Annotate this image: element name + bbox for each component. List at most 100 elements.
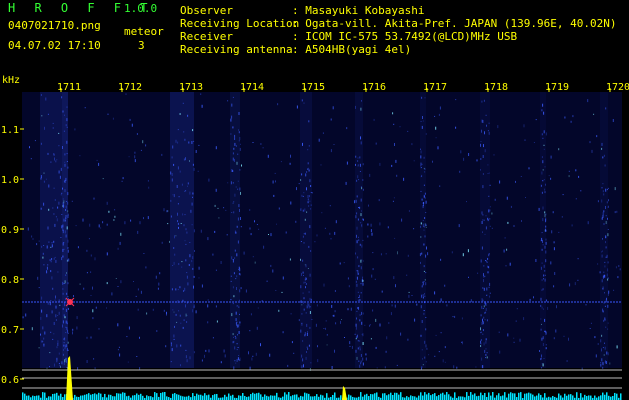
- noise-dot: [543, 148, 545, 150]
- trace-bar: [88, 393, 90, 400]
- noise-dot: [385, 253, 387, 255]
- noise-dot: [98, 162, 100, 166]
- noise-dot: [201, 359, 203, 362]
- noise-dot: [106, 307, 107, 309]
- noise-dot: [329, 232, 331, 235]
- noise-dot: [604, 360, 606, 364]
- noise-dot: [218, 217, 220, 219]
- noise-dot: [240, 143, 241, 145]
- noise-dot: [198, 277, 200, 279]
- noise-dot: [481, 100, 483, 103]
- noise-dot: [615, 266, 617, 269]
- noise-dot: [359, 171, 361, 172]
- y-tick-label: 0.9: [1, 225, 19, 236]
- trace-bar: [474, 393, 476, 400]
- noise-dot: [375, 142, 377, 145]
- noise-dot: [480, 158, 482, 160]
- noise-dot: [589, 141, 591, 144]
- noise-dot: [303, 102, 305, 104]
- trace-bar: [120, 393, 122, 400]
- trace-bar: [536, 395, 538, 400]
- noise-dot: [484, 149, 486, 153]
- noise-dot: [216, 320, 218, 323]
- noise-dot: [257, 307, 259, 309]
- noise-dot: [545, 132, 547, 136]
- noise-dot: [250, 313, 252, 316]
- noise-dot: [240, 191, 241, 195]
- noise-dot: [290, 154, 291, 158]
- trace-bar: [300, 395, 302, 400]
- noise-dot: [505, 265, 507, 267]
- noise-dot: [421, 285, 423, 288]
- noise-dot: [187, 282, 189, 286]
- noise-dot: [256, 326, 258, 330]
- noise-dot: [355, 155, 357, 158]
- noise-dot: [252, 142, 254, 143]
- noise-dot: [59, 304, 61, 306]
- noise-dot: [545, 347, 547, 350]
- trace-bar: [282, 396, 284, 400]
- noise-dot: [424, 340, 426, 344]
- trace-bar: [466, 392, 468, 400]
- noise-dot: [482, 307, 484, 309]
- noise-dot: [303, 308, 305, 311]
- noise-dot: [321, 212, 323, 214]
- noise-dot: [212, 253, 214, 256]
- noise-dot: [161, 153, 163, 156]
- noise-dot: [193, 275, 195, 278]
- trace-bar: [178, 394, 180, 400]
- info-key: Observer: [180, 4, 233, 17]
- noise-dot: [362, 312, 364, 315]
- noise-dot: [232, 170, 234, 172]
- trace-bar: [132, 395, 134, 400]
- noise-dot: [49, 302, 51, 306]
- noise-dot: [290, 313, 292, 315]
- noise-dot: [435, 334, 437, 336]
- trace-bar: [82, 395, 84, 400]
- noise-dot: [542, 218, 544, 222]
- noise-dot: [360, 292, 362, 294]
- noise-dot: [239, 324, 241, 326]
- noise-dot: [62, 229, 64, 231]
- noise-dot: [344, 337, 345, 338]
- noise-dot: [117, 247, 119, 250]
- noise-dot: [32, 238, 34, 240]
- trace-bar: [164, 392, 166, 400]
- noise-dot: [89, 223, 91, 227]
- noise-dot: [367, 235, 369, 238]
- meteor-marker: [65, 297, 75, 307]
- noise-dot: [157, 287, 159, 290]
- noise-dot: [489, 292, 491, 294]
- noise-dot: [192, 163, 194, 166]
- noise-dot: [302, 195, 304, 197]
- trace-bar: [564, 393, 566, 400]
- noise-dot: [102, 178, 104, 180]
- trace-bar: [616, 393, 618, 400]
- noise-dot: [604, 274, 606, 278]
- noise-dot: [358, 236, 359, 238]
- trace-bar: [242, 393, 244, 400]
- noise-dot: [177, 129, 179, 131]
- noise-dot: [102, 221, 104, 224]
- noise-dot: [541, 289, 543, 291]
- noise-dot: [184, 190, 186, 192]
- noise-dot: [315, 323, 317, 327]
- noise-dot: [481, 322, 483, 325]
- noise-dot: [308, 245, 310, 248]
- noise-dot: [231, 103, 233, 107]
- noise-dot: [381, 290, 383, 293]
- noise-dot: [51, 244, 53, 248]
- noise-dot: [183, 319, 185, 321]
- noise-dot: [223, 349, 225, 353]
- noise-dot: [612, 119, 614, 122]
- noise-dot: [554, 272, 556, 275]
- trace-bar: [90, 394, 92, 400]
- noise-dot: [463, 157, 465, 161]
- noise-dot: [172, 265, 174, 266]
- noise-dot: [235, 318, 237, 322]
- noise-dot: [179, 314, 181, 317]
- noise-dot: [544, 330, 545, 332]
- noise-dot: [83, 287, 85, 290]
- noise-dot: [422, 225, 424, 227]
- noise-dot: [238, 299, 240, 301]
